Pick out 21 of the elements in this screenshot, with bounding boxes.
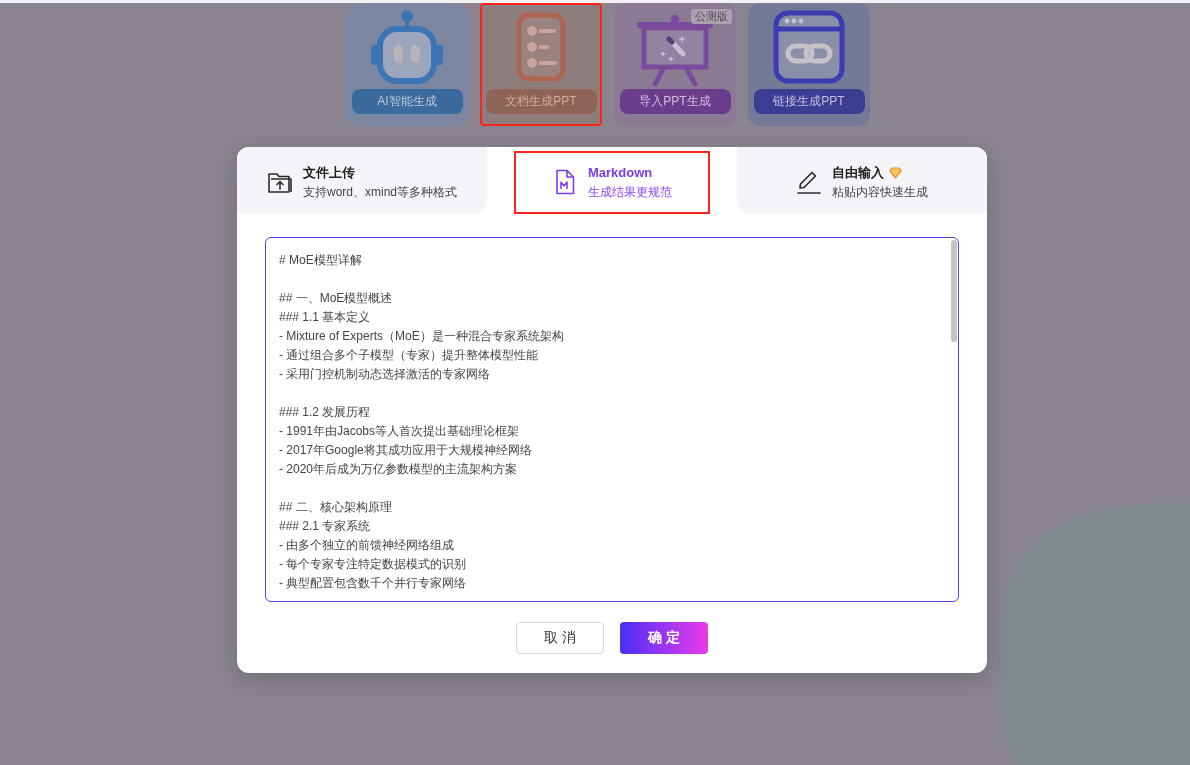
mode-card[interactable]: AI智能生成 [346, 3, 468, 126]
tab-subtitle: 支持word、xmind等多种格式 [303, 183, 457, 201]
mode-label: 文档生成PPT [485, 89, 597, 114]
pencil-icon [796, 169, 822, 195]
confirm-button[interactable]: 确 定 [620, 622, 708, 654]
tab-title: 文件上传 [303, 163, 355, 182]
cancel-button[interactable]: 取 消 [516, 622, 604, 654]
tab-title: Markdown [588, 163, 653, 182]
mode-tab[interactable]: 自由输入 粘贴内容快速生成 [737, 147, 987, 213]
mode-card[interactable]: 链接生成PPT [748, 3, 870, 126]
mode-label: 链接生成PPT [753, 89, 865, 114]
beta-badge: 公测版 [691, 9, 732, 24]
tab-title: 自由输入 [832, 163, 884, 182]
mode-tab[interactable]: 文件上传 支持word、xmind等多种格式 [237, 147, 487, 213]
tab-subtitle: 生成结果更规范 [588, 183, 672, 201]
mode-card[interactable]: 公测版 导入PPT生成 [614, 3, 736, 126]
scrollbar-thumb[interactable] [951, 240, 957, 342]
tab-subtitle: 粘贴内容快速生成 [832, 183, 928, 201]
markdown-editor[interactable]: # MoE模型详解 ## 一、MoE模型概述 ### 1.1 基本定义 - Mixture of Experts（MoE）是一种混合专家系统架构 - 通过组合多个子模型（专家）提升整体模型性能 - 采用门控机制动态选择激活的专家网络 ### 1.2 发展历程 - 1991年由Jacobs等人首次提出基础理论框架 - 2017年Google将其成功应用于大规模神经网络 - 2020年后成为万亿参数模型的主流架构方案 ## 二、核心架构原理 ### 2.1 专家系统 - 由多个独立的前馈神经网络组成 - 每个专家专注特定数据模式的识别 - 典型配置包含数千个并行专家网络 [265, 237, 959, 602]
mode-label: 导入PPT生成 [619, 89, 731, 114]
mode-label: AI智能生成 [351, 89, 463, 114]
